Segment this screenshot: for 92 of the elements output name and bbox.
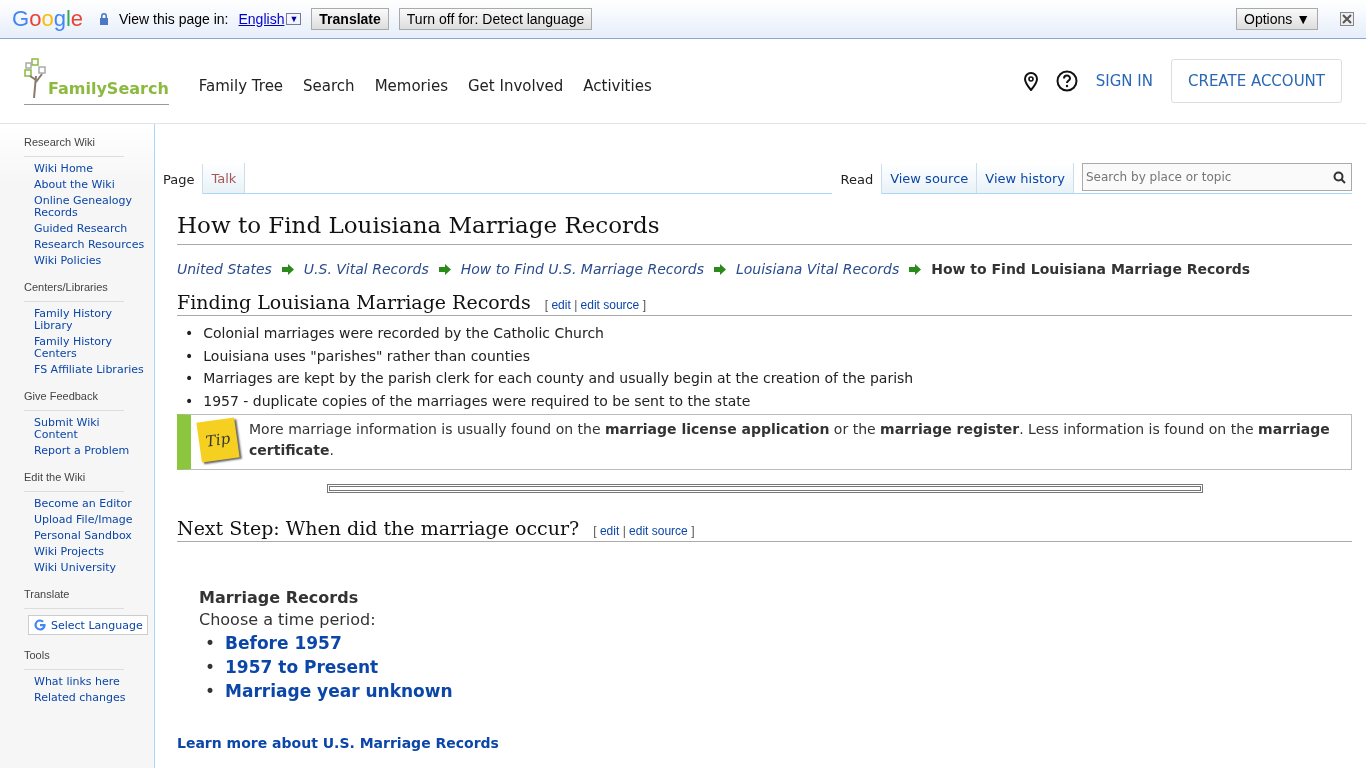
help-icon[interactable] <box>1055 70 1078 92</box>
bracket-text: [ <box>593 524 597 538</box>
view-tab[interactable]: Read <box>832 164 883 194</box>
sidebar-heading: Give Feedback <box>24 390 124 411</box>
sidebar-link[interactable]: Wiki Home <box>34 163 146 175</box>
tip-note-icon: Tip <box>196 417 240 463</box>
box-prompt: Choose a time period: <box>199 610 377 629</box>
tip-text: More marriage information is usually found on the marriage license application or the marriage register. Less information is found on the marriage certificate. <box>249 420 1331 460</box>
sidebar-link[interactable]: Research Resources <box>34 239 146 251</box>
learn-more-link[interactable]: Learn more about U.S. Marriage Records <box>177 735 1352 751</box>
arrow-icon <box>281 263 294 275</box>
lock-icon <box>99 13 109 25</box>
bracket-text: [ <box>544 298 549 312</box>
bullet-item: 1957 - duplicate copies of the marriages were required to be sent to the state <box>203 391 751 411</box>
sidebar-heading: Tools <box>24 649 124 670</box>
translate-button[interactable]: Translate <box>311 8 389 30</box>
bullet-marker: • <box>205 680 216 703</box>
breadcrumb-link[interactable]: Louisiana Vital Records <box>736 261 900 277</box>
sidebar-link[interactable]: What links here <box>34 676 146 688</box>
edit-source-link[interactable]: edit source <box>580 298 640 312</box>
options-button[interactable]: Options ▼ <box>1236 8 1318 30</box>
bracket-text: ] <box>691 524 695 538</box>
create-account-button[interactable]: CREATE ACCOUNT <box>1171 59 1342 103</box>
separator-text: | <box>622 524 626 538</box>
language-dropdown[interactable]: ▼ <box>286 13 302 25</box>
arrow-icon <box>909 263 922 275</box>
sidebar-link[interactable]: Online Genealogy Records <box>34 195 146 219</box>
section-heading: Finding Louisiana Marriage Records <box>177 291 531 313</box>
sidebar-link[interactable]: Personal Sandbox <box>34 530 146 542</box>
bullet-marker: • <box>185 324 194 343</box>
sidebar-link[interactable]: Family History Centers <box>34 336 146 360</box>
breadcrumb-link[interactable]: United States <box>177 261 272 277</box>
breadcrumb-current: How to Find Louisiana Marriage Records <box>931 261 1251 277</box>
sidebar-link[interactable]: Guided Research <box>34 223 146 235</box>
close-icon[interactable] <box>1340 12 1354 26</box>
arrow-icon <box>714 263 726 275</box>
sidebar-link[interactable]: Submit Wiki Content <box>34 417 146 441</box>
edit-source-link[interactable]: edit source <box>629 524 688 538</box>
turn-off-button[interactable]: Turn off for: Detect language <box>398 8 593 30</box>
bullet-item: Colonial marriages were recorded by the Catholic Church <box>203 324 604 343</box>
sidebar-link[interactable]: Upload File/Image <box>34 514 146 526</box>
bullet-marker: • <box>185 369 194 388</box>
nav-link[interactable]: Activities <box>583 77 652 95</box>
page-tab[interactable]: Page <box>155 164 204 194</box>
sidebar-heading: Centers/Libraries <box>24 281 124 302</box>
breadcrumb-link[interactable]: How to Find U.S. Marriage Records <box>460 261 704 277</box>
nav-link[interactable]: Family Tree <box>198 77 284 95</box>
bullet-marker: • <box>205 656 216 679</box>
nav-link[interactable]: Get Involved <box>468 77 564 95</box>
sidebar-link[interactable]: Wiki Policies <box>34 255 146 267</box>
time-period-link[interactable]: Marriage year unknown <box>225 679 453 703</box>
view-tab[interactable]: View history <box>977 163 1074 193</box>
prompt-text: View this page in: <box>119 11 229 27</box>
sidebar-link[interactable]: Report a Problem <box>34 445 146 457</box>
page-title: How to Find Louisiana Marriage Records <box>177 212 1352 245</box>
google-g-icon <box>33 618 47 632</box>
location-pin-icon[interactable] <box>1023 71 1038 91</box>
sidebar-link[interactable]: FS Affiliate Libraries <box>34 364 146 376</box>
bullet-item: Louisiana uses "parishes" rather than counties <box>203 346 530 366</box>
language-link[interactable]: English <box>238 11 285 27</box>
box-title: Marriage Records <box>199 588 360 607</box>
sidebar-link[interactable]: About the Wiki <box>34 179 146 191</box>
bullet-marker: • <box>185 346 194 366</box>
bullet-marker: • <box>205 632 216 655</box>
edit-link[interactable]: edit <box>551 298 571 312</box>
google-logo: Google <box>12 6 83 32</box>
bracket-text: ] <box>642 298 646 312</box>
select-language-button[interactable]: Select Language <box>28 615 148 635</box>
bullet-item: Marriages are kept by the parish clerk for each county and usually begin at the creation of the parish <box>203 369 914 388</box>
breadcrumb-link[interactable]: U.S. Vital Records <box>303 261 429 277</box>
page-tab[interactable]: Talk <box>203 163 246 193</box>
nav-link[interactable]: Search <box>303 77 355 95</box>
arrow-icon <box>438 263 451 275</box>
sidebar-link[interactable]: Wiki University <box>34 562 146 574</box>
sidebar-heading: Translate <box>24 588 124 609</box>
time-period-link[interactable]: 1957 to Present <box>225 655 379 679</box>
view-tab[interactable]: View source <box>882 163 978 193</box>
separator-text: | <box>574 298 578 312</box>
sidebar-link[interactable]: Related changes <box>34 692 146 704</box>
sidebar-heading: Research Wiki <box>24 136 124 157</box>
sidebar-link[interactable]: Wiki Projects <box>34 546 146 558</box>
time-period-link[interactable]: Before 1957 <box>225 631 342 655</box>
search-field[interactable]: Search by place or topic <box>1082 163 1352 191</box>
sign-in-link[interactable]: SIGN IN <box>1095 72 1153 90</box>
nav-link[interactable]: Memories <box>374 77 448 95</box>
edit-link[interactable]: edit <box>599 524 620 538</box>
sidebar-link[interactable]: Family History Library <box>34 308 146 332</box>
search-icon[interactable] <box>1333 171 1346 184</box>
sidebar-heading: Edit the Wiki <box>24 471 124 492</box>
sidebar-link[interactable]: Become an Editor <box>34 498 146 510</box>
section-heading: Next Step: When did the marriage occur? <box>177 517 580 539</box>
bullet-marker: • <box>185 391 194 411</box>
